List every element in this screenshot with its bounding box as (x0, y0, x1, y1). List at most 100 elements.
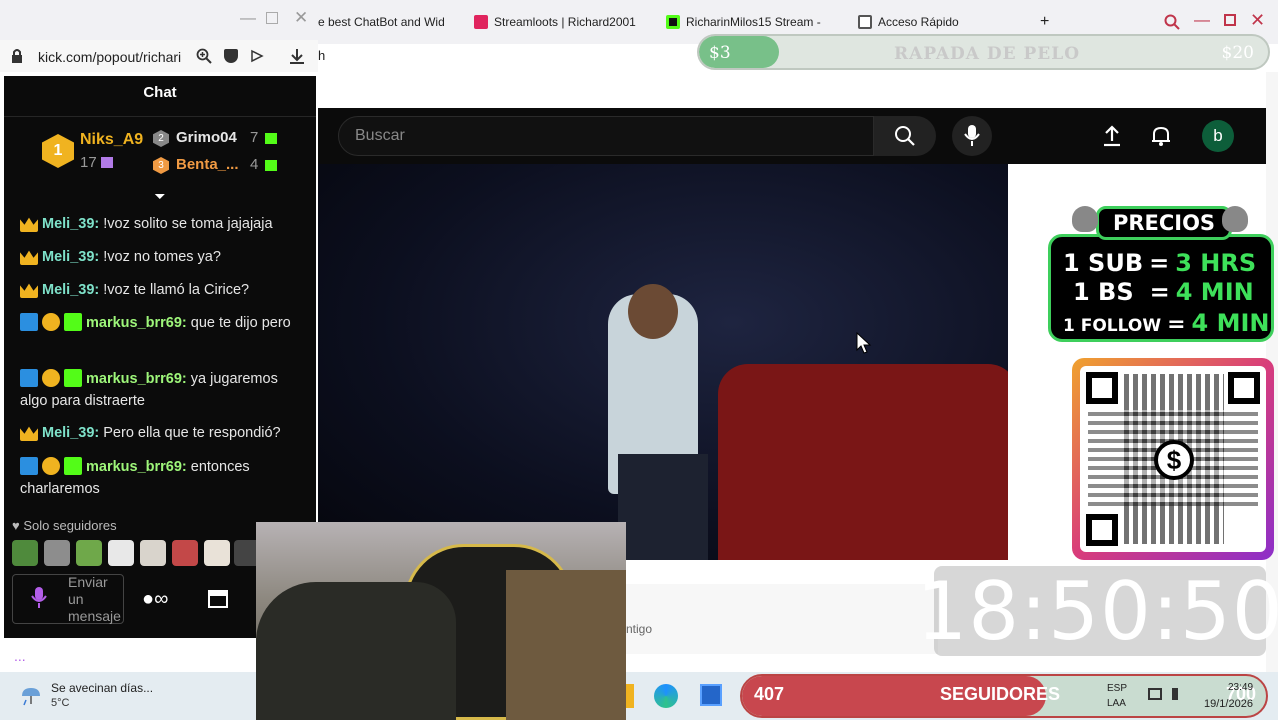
pigeon-icon (1222, 206, 1248, 232)
emote-button[interactable] (12, 540, 38, 566)
leaderboard-count: 7 (250, 129, 259, 146)
maximize-icon[interactable] (1224, 14, 1236, 26)
minimize-icon[interactable]: — (240, 10, 256, 28)
microphone-icon[interactable] (30, 586, 48, 610)
donation-goal-title: RAPADA DE PELO (894, 44, 1081, 64)
new-tab-button[interactable]: + (1040, 12, 1060, 32)
close-icon[interactable]: ✕ (294, 8, 308, 28)
webcam-overlay (256, 522, 626, 720)
chat-message: Meli_39: !voz solito se toma jajajaja (20, 213, 306, 235)
donation-goal-target: $20 (1221, 43, 1254, 63)
weather-rain-icon[interactable] (18, 682, 44, 708)
emote-button[interactable] (108, 540, 134, 566)
minimize-icon[interactable]: — (1194, 12, 1210, 30)
tab-kick-stream[interactable]: RicharinMilos15 Stream - (666, 12, 838, 32)
prices-title: PRECIOS (1096, 206, 1232, 240)
emote-button[interactable] (204, 540, 230, 566)
emote-button[interactable] (76, 540, 102, 566)
user-avatar[interactable]: b (1202, 120, 1234, 152)
leaderboard-name[interactable]: Grimo04 (176, 129, 237, 146)
keyboard-language[interactable]: ESP (1107, 683, 1127, 694)
emote-bar (12, 540, 262, 568)
leaderboard-count: 17 (80, 154, 97, 171)
kick-icon (666, 15, 680, 29)
crown-badge-icon (20, 283, 38, 298)
search-button[interactable] (874, 116, 936, 156)
shelf (506, 570, 626, 720)
leaderboard-count: 4 (250, 156, 259, 173)
search-icon (895, 126, 915, 146)
popout-title-bar: — ✕ (0, 0, 318, 40)
store-icon[interactable] (208, 590, 228, 608)
leaderboard-name[interactable]: Niks_A9 (80, 131, 143, 149)
coin-badge-icon (42, 457, 60, 475)
send-tab-icon[interactable] (250, 49, 264, 63)
taskbar-clock-time[interactable]: 23:49 (1228, 682, 1253, 693)
upload-icon[interactable] (1100, 124, 1124, 148)
keyboard-layout[interactable]: LAA (1107, 698, 1126, 709)
divider (4, 116, 316, 117)
pigeon-icon (1072, 206, 1098, 232)
dollar-icon: $ (1154, 440, 1194, 480)
qr-finder (1086, 514, 1118, 546)
voice-search-button[interactable] (952, 116, 992, 156)
moderator-badge-icon (20, 369, 38, 387)
tab-acceso-rapido[interactable]: Acceso Rápido (858, 12, 1008, 32)
stream-info-text: ntigo (626, 622, 653, 636)
qr-finder (1228, 372, 1260, 404)
close-icon[interactable]: ✕ (1250, 10, 1265, 31)
taskbar-clock-date[interactable]: 19/1/2026 (1204, 698, 1253, 710)
person-head (628, 284, 678, 339)
network-icon[interactable] (1148, 688, 1162, 700)
donation-current-amount: $3 (709, 43, 731, 63)
chat-message: Meli_39: !voz te llamó la Cirice? (20, 279, 306, 301)
gift-icon (101, 157, 113, 168)
emote-button[interactable] (140, 540, 166, 566)
chat-message: Meli_39: !voz no tomes ya? (20, 246, 306, 268)
tab-chatbot[interactable]: e best ChatBot and Wid (318, 12, 456, 32)
followers-current: 407 (754, 684, 785, 704)
download-icon[interactable] (288, 47, 306, 65)
gift-badge-icon (64, 369, 82, 387)
qr-finder (1086, 372, 1118, 404)
crown-badge-icon (20, 250, 38, 265)
microphone-icon (964, 125, 980, 146)
search-input[interactable]: Buscar (338, 116, 874, 156)
store-icon[interactable] (700, 684, 722, 706)
price-row: 1 BS = 4 MIN (1073, 278, 1254, 306)
shield-icon[interactable] (224, 49, 238, 63)
emote-button[interactable] (172, 540, 198, 566)
stream-timer: 18:50:50 (916, 564, 1278, 658)
streamer-head (256, 582, 456, 720)
chat-message: markus_brr69: ya jugaremos algo para dis… (20, 369, 278, 409)
zoom-icon[interactable] (196, 48, 212, 64)
lock-icon[interactable] (10, 48, 24, 64)
followers-label: SEGUIDORES (940, 684, 1061, 704)
chat-message: Meli_39: Pero ella que te respondió? (20, 422, 306, 444)
maximize-icon[interactable] (266, 12, 278, 24)
grid-icon (858, 15, 872, 29)
points-icon[interactable]: ●∞ (142, 588, 168, 611)
qr-code: $ (1080, 366, 1266, 552)
prices-panel: 1 SUB = 3 HRS 1 BS = 4 MIN 1 FOLLOW = 4 … (1048, 234, 1274, 342)
price-row: 1 SUB = 3 HRS (1063, 249, 1257, 277)
coin-badge-icon (42, 313, 60, 331)
gift-icon (265, 133, 277, 144)
edge-browser-icon[interactable] (654, 684, 678, 708)
mouse-cursor-icon (856, 332, 872, 354)
leaderboard-name[interactable]: Benta_... (176, 156, 239, 173)
popout-url-text[interactable]: kick.com/popout/richari (38, 49, 181, 65)
chat-message: markus_brr69: entonces charlaremos (20, 457, 250, 497)
gift-badge-icon (64, 457, 82, 475)
collapse-chevron-icon[interactable]: ⏷ (151, 188, 169, 204)
notifications-bell-icon[interactable] (1149, 124, 1173, 148)
weather-summary[interactable]: Se avecinan días... (51, 681, 153, 695)
more-options-button[interactable]: ... (14, 648, 26, 664)
tab-streamloots[interactable]: Streamloots | Richard2001 (474, 12, 646, 32)
crown-badge-icon (20, 217, 38, 232)
stream-video[interactable] (318, 164, 1008, 560)
volume-icon[interactable] (1172, 688, 1186, 700)
emote-button[interactable] (44, 540, 70, 566)
streamloots-icon (474, 15, 488, 29)
search-icon[interactable] (1164, 14, 1180, 30)
